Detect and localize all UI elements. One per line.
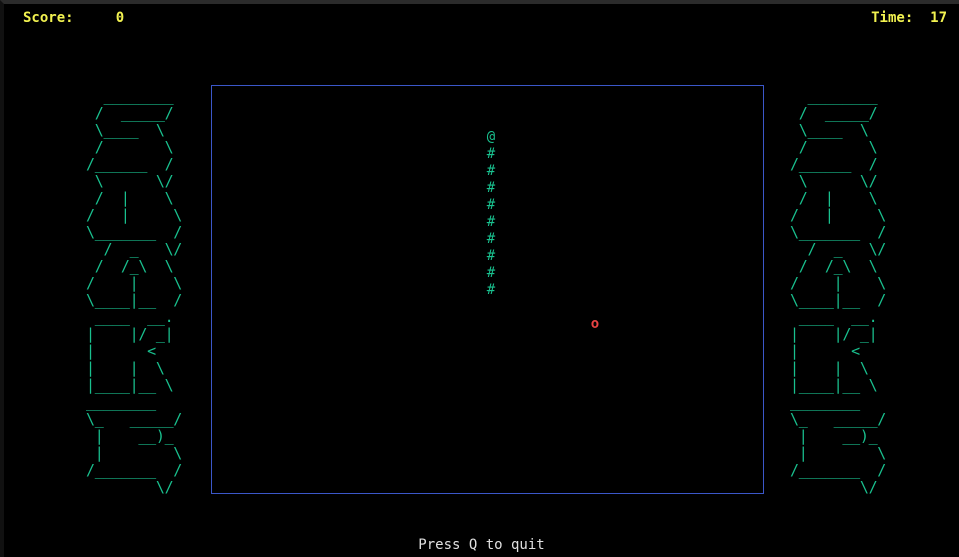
snake-body-segment: # [486,146,496,162]
snake-title-art-right: ________ / _____/ \____ \ / \ /______ / … [790,87,887,496]
score-value: 0 [115,10,125,26]
time-label: Time: [871,10,914,26]
game-board: @ o # # # # # # # # # [211,85,764,494]
snake-body-segment: # [486,197,496,213]
time-value: 17 [930,10,947,26]
snake-body-segment: # [486,214,496,230]
snake-body-segment: # [486,231,496,247]
snake-body-segment: # [486,180,496,196]
score-display: Score: 0 [23,10,124,26]
snake-body-segment: # [486,282,496,298]
food-pellet: o [590,316,600,332]
snake-head: @ [486,129,496,145]
snake-body-segment: # [486,248,496,264]
snake-title-art-left: ________ / _____/ \____ \ / \ /______ / … [86,87,183,496]
snake-body-segment: # [486,265,496,281]
terminal-window: Score: 0 Time: 17 ________ / _____/ \___… [0,0,959,557]
quit-hint: Press Q to quit [418,537,545,553]
time-display: Time: 17 [871,10,947,26]
score-label: Score: [23,10,74,26]
snake-body-segment: # [486,163,496,179]
